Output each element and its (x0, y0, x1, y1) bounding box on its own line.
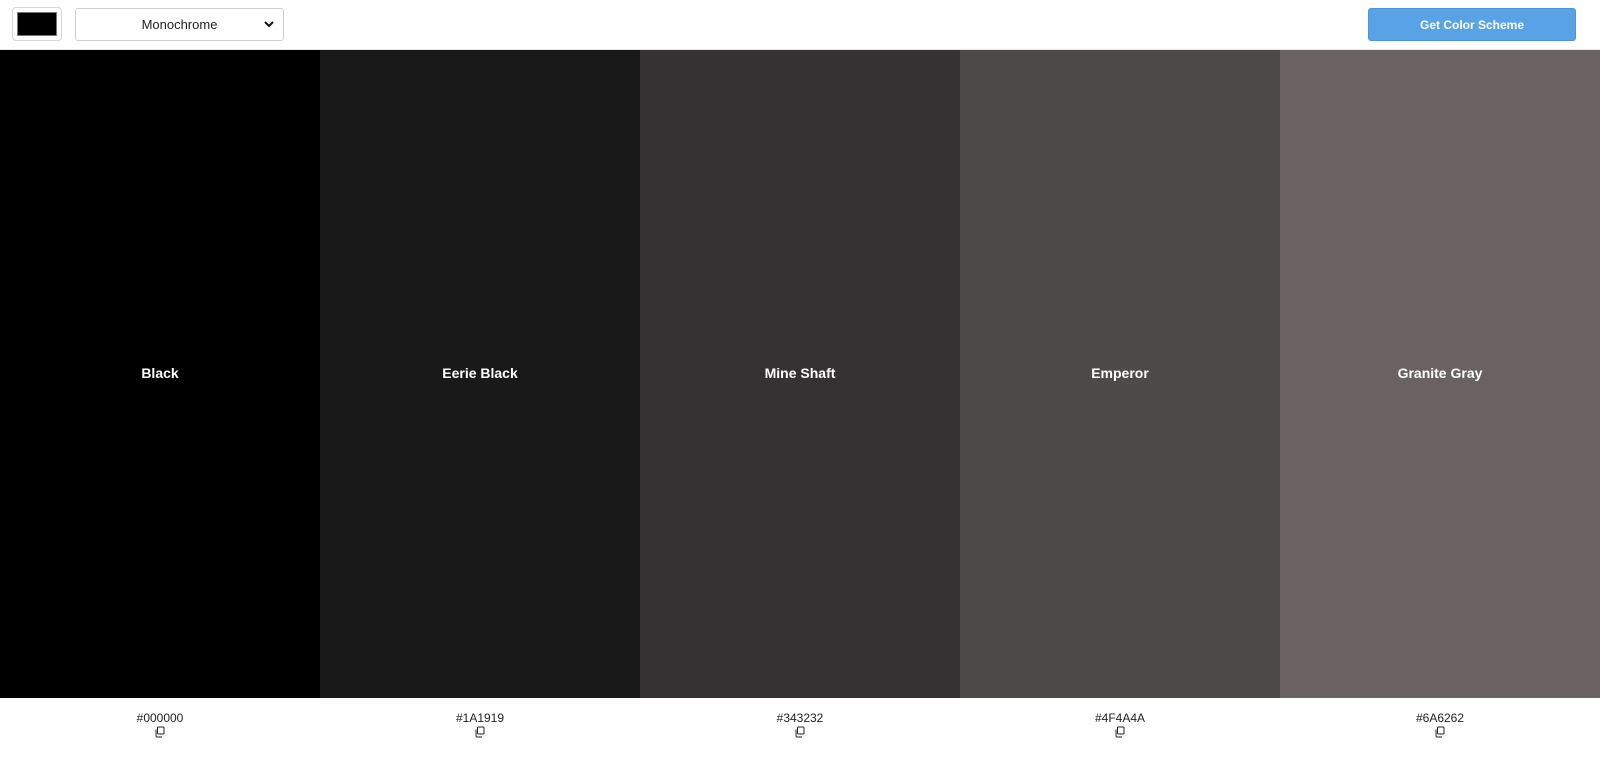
color-picker-swatch (17, 12, 57, 36)
hex-code-cell: #4F4A4A (960, 698, 1280, 758)
color-name: Mine Shaft (764, 365, 836, 381)
color-name: Granite Gray (1397, 365, 1483, 381)
hex-code-cell: #1A1919 (320, 698, 640, 758)
hex-code-cell: #343232 (640, 698, 960, 758)
palette: Black Eerie Black Mine Shaft Emperor Gra… (0, 50, 1600, 698)
get-color-scheme-label: Get Color Scheme (1419, 17, 1525, 32)
color-column-black[interactable]: Black (0, 50, 320, 698)
chevron-down-icon (264, 21, 274, 28)
hex-code: #4F4A4A (1094, 711, 1146, 725)
color-column-mine-shaft[interactable]: Mine Shaft (640, 50, 960, 698)
copy-icon[interactable] (1434, 726, 1446, 738)
hex-code-cell: #000000 (0, 698, 320, 758)
color-name: Eerie Black (442, 365, 518, 381)
color-name: Black (141, 365, 179, 381)
color-picker[interactable] (12, 7, 62, 41)
copy-icon[interactable] (1114, 726, 1126, 738)
color-column-eerie-black[interactable]: Eerie Black (320, 50, 640, 698)
scheme-mode-label: Monochrome (141, 17, 218, 32)
hex-code-cell: #6A6262 (1280, 698, 1600, 758)
hex-code: #000000 (136, 711, 184, 725)
copy-icon[interactable] (794, 726, 806, 738)
hex-code: #343232 (776, 711, 824, 725)
color-column-emperor[interactable]: Emperor (960, 50, 1280, 698)
hex-code: #1A1919 (455, 711, 505, 725)
copy-icon[interactable] (474, 726, 486, 738)
get-color-scheme-button[interactable]: Get Color Scheme (1368, 8, 1576, 41)
hex-code: #6A6262 (1415, 711, 1465, 725)
color-name: Emperor (1091, 365, 1149, 381)
hex-code-row: #000000 #1A1919 #343232 #4F4A4A #6A6262 (0, 698, 1600, 758)
scheme-mode-select[interactable]: Monochrome (75, 8, 284, 41)
copy-icon[interactable] (154, 726, 166, 738)
toolbar: Monochrome Get Color Scheme (0, 0, 1600, 50)
color-column-granite-gray[interactable]: Granite Gray (1280, 50, 1600, 698)
